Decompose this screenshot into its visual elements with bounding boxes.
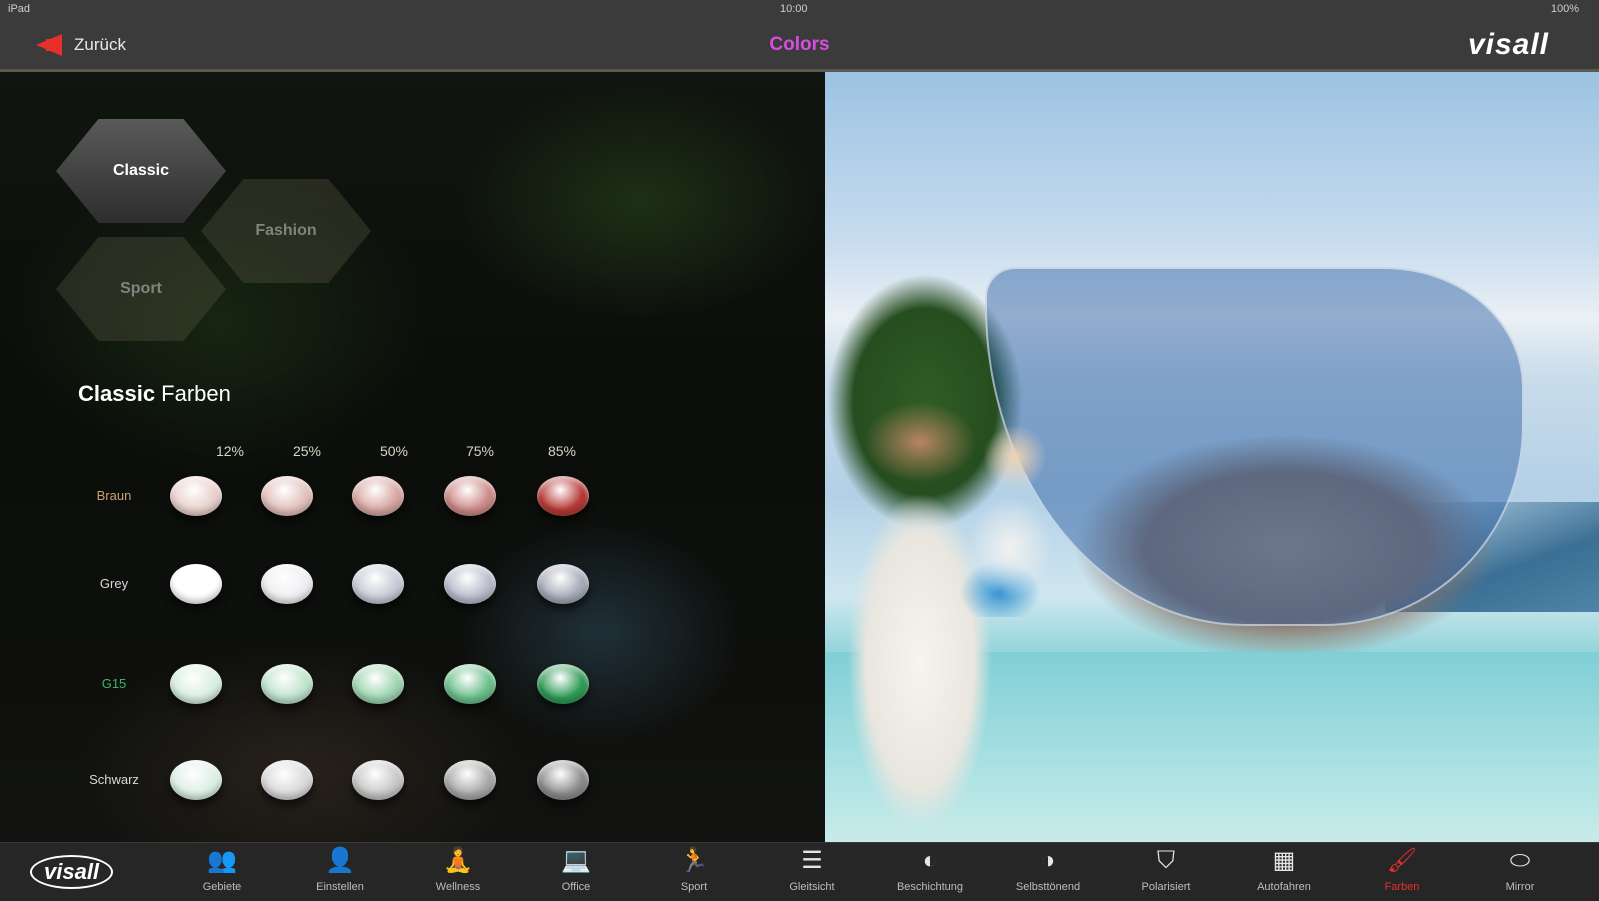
toolbar-item-mirror[interactable]: ⬭ Mirror — [1470, 847, 1570, 893]
row-label: Schwarz — [89, 772, 139, 787]
girl-figure — [955, 417, 1065, 617]
toolbar-item-label: Farben — [1384, 881, 1420, 893]
toolbar-item-selbstt-nend[interactable]: ◑ Selbsttönend — [998, 847, 1098, 893]
toolbar-item-wellness[interactable]: 🧘 Wellness — [408, 847, 508, 893]
progressive-lens-icon: ☰ — [801, 847, 823, 874]
toolbar-item-sport[interactable]: 🏃 Sport — [644, 847, 744, 893]
toolbar-item-label: Selbsttönend — [1015, 881, 1081, 893]
brand-logo: visall — [1467, 28, 1549, 61]
color-swatch[interactable] — [444, 760, 496, 800]
percent-header: 75% — [465, 443, 495, 459]
toolbar-item-label: Beschichtung — [896, 881, 964, 893]
color-swatch[interactable] — [444, 564, 496, 604]
toolbar-item-einstellen[interactable]: 👤 Einstellen — [290, 847, 390, 893]
section-title-light: Farben — [155, 381, 231, 406]
page-title: Colors — [769, 34, 830, 55]
section-title: Classic Farben — [78, 381, 231, 407]
color-swatch[interactable] — [537, 760, 589, 800]
color-swatch[interactable] — [537, 664, 589, 704]
toolbar-logo[interactable]: visall — [30, 855, 114, 889]
color-swatch[interactable] — [537, 476, 589, 516]
wellness-icon: 🧘 — [443, 847, 473, 874]
polarized-icon: ⛉ — [1157, 847, 1175, 874]
sport-icon: 🏃 — [679, 847, 709, 874]
mirror-icon: ⬭ — [1509, 847, 1531, 874]
color-swatch[interactable] — [537, 564, 589, 604]
people-icon: 👥 — [207, 847, 237, 874]
color-swatch[interactable] — [170, 760, 222, 800]
color-swatch[interactable] — [170, 564, 222, 604]
status-time: 10:00 — [780, 3, 808, 15]
color-swatch[interactable] — [261, 760, 313, 800]
toolbar-item-gleitsicht[interactable]: ☰ Gleitsicht — [762, 847, 862, 893]
color-swatch[interactable] — [352, 760, 404, 800]
color-swatch[interactable] — [444, 476, 496, 516]
color-swatch[interactable] — [352, 664, 404, 704]
color-swatch[interactable] — [261, 564, 313, 604]
battery-label: 100% — [1550, 3, 1579, 15]
device-label: iPad — [8, 3, 31, 15]
toolbar-item-beschichtung[interactable]: ◐ Beschichtung — [880, 847, 980, 893]
toolbar-item-label: Sport — [680, 881, 708, 893]
percent-header: 50% — [379, 443, 409, 459]
toolbar-item-autofahren[interactable]: ▦ Autofahren — [1234, 847, 1334, 893]
main-area: Classic Fashion Sport Classic Farben 12%… — [0, 72, 1599, 842]
toolbar-item-farben[interactable]: 🖌 Farben — [1352, 847, 1452, 893]
toolbar-item-label: Autofahren — [1257, 881, 1311, 893]
photochromic-icon: ◑ — [1040, 847, 1056, 874]
colors-icon: 🖌 — [1386, 847, 1418, 874]
office-icon: 💻 — [561, 847, 591, 874]
toolbar-item-label: Gleitsicht — [789, 881, 835, 893]
toolbar-item-office[interactable]: 💻 Office — [526, 847, 626, 893]
percent-header: 25% — [292, 443, 322, 459]
color-swatch[interactable] — [261, 476, 313, 516]
toolbar-item-label: Gebiete — [202, 881, 242, 893]
toolbar-item-label: Office — [561, 881, 591, 893]
color-swatch[interactable] — [352, 564, 404, 604]
toolbar-item-label: Mirror — [1505, 881, 1535, 893]
category-fashion-label: Fashion — [255, 222, 317, 239]
category-sport-label: Sport — [120, 280, 162, 297]
toolbar-item-label: Wellness — [435, 881, 481, 893]
color-swatch[interactable] — [170, 476, 222, 516]
row-label: G15 — [101, 676, 127, 691]
color-swatch[interactable] — [352, 476, 404, 516]
color-swatch[interactable] — [444, 664, 496, 704]
toolbar-item-label: Einstellen — [316, 881, 364, 893]
person-icon: 👤 — [325, 847, 355, 874]
toolbar-item-gebiete[interactable]: 👥 Gebiete — [172, 847, 272, 893]
row-label: Grey — [99, 576, 129, 591]
toolbar-item-label: Polarisiert — [1141, 881, 1191, 893]
bottom-toolbar: visall 👥 Gebiete 👤 Einstellen 🧘 Wellness 💻 Offi… — [0, 842, 1599, 901]
percent-header: 12% — [215, 443, 245, 459]
row-label: Braun — [96, 488, 132, 503]
coating-icon: ◐ — [922, 847, 938, 874]
toolbar-item-polarisiert[interactable]: ⛉ Polarisiert — [1116, 847, 1216, 893]
color-swatch[interactable] — [261, 664, 313, 704]
navigation-bar: Zurück Colors visall — [0, 20, 1599, 72]
driving-icon: ▦ — [1272, 847, 1296, 874]
color-swatch[interactable] — [170, 664, 222, 704]
category-classic-label: Classic — [112, 162, 170, 179]
status-bar: iPad 10:00 100% — [0, 0, 1599, 20]
section-title-bold: Classic — [78, 381, 156, 406]
preview-photo-lens — [825, 72, 1599, 842]
percent-header: 85% — [547, 443, 577, 459]
